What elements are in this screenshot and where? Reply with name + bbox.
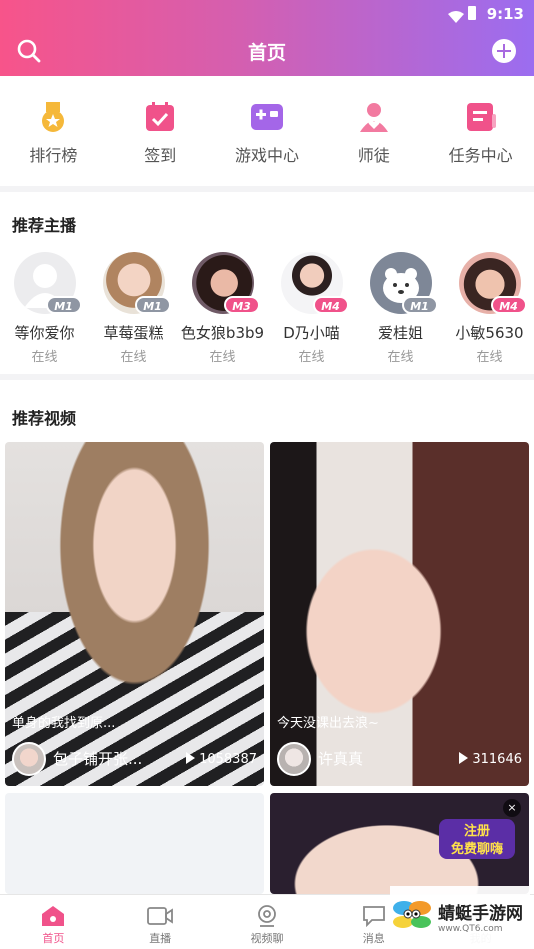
video-card[interactable]: 单身的我找到原... 包子铺开张... 1058387: [5, 442, 264, 786]
video-caption: 单身的我找到原...: [12, 716, 116, 731]
streamer-status: 在线: [120, 350, 147, 365]
quick-item-checkin[interactable]: 签到: [107, 76, 214, 186]
watermark-title: 蜻蜓手游网: [438, 903, 523, 924]
tab-live[interactable]: 直播: [107, 895, 214, 949]
video-camera-icon: [147, 905, 174, 927]
promo-line2: 免费聊嗨: [451, 841, 503, 857]
avatar[interactable]: [277, 742, 311, 776]
streamer-card[interactable]: M1 爱桂姐 在线: [356, 252, 445, 365]
task-icon: [464, 100, 498, 134]
gamepad-icon: [250, 100, 284, 134]
status-time: 9:13: [486, 5, 524, 23]
view-count: 311646: [459, 752, 522, 767]
streamer-status: 在线: [387, 350, 414, 365]
play-icon: [186, 752, 196, 764]
streamer-card[interactable]: M4 小敏5630 在线: [445, 252, 534, 365]
quick-label: 签到: [144, 146, 177, 165]
quick-label: 游戏中心: [234, 146, 299, 165]
video-card[interactable]: [5, 793, 264, 894]
top-header: 9:13 首页: [0, 0, 534, 76]
video-owner-name: 许真真: [318, 750, 364, 768]
medal-icon: [36, 100, 70, 134]
tab-label: 视频聊: [250, 932, 284, 945]
quick-menu: 排行榜 签到 游戏中心 师徒 任务中心: [0, 76, 534, 186]
quick-label: 排行榜: [29, 146, 78, 165]
watermark-url: www.QT6.com: [438, 923, 503, 934]
view-count: 1058387: [186, 752, 257, 767]
dragonfly-logo-icon: [393, 901, 431, 928]
level-badge: M1: [134, 296, 171, 314]
quick-item-mentor[interactable]: 师徒: [320, 76, 427, 186]
register-promo-badge[interactable]: 注册 免费聊嗨: [437, 815, 517, 863]
streamer-name: 色女狼b3b9: [180, 324, 265, 342]
quick-item-game-center[interactable]: 游戏中心: [214, 76, 321, 186]
webcam-icon: [254, 905, 280, 927]
streamer-name: 小敏5630: [455, 324, 524, 342]
avatar[interactable]: [12, 742, 46, 776]
tab-video-chat[interactable]: 视频聊: [214, 895, 321, 949]
streamer-name: 草莓蛋糕: [103, 324, 164, 342]
streamer-card[interactable]: M1 等你爱你 在线: [0, 252, 89, 365]
level-badge: M1: [45, 296, 82, 314]
promo-line1: 注册: [464, 823, 490, 839]
quick-item-ranking[interactable]: 排行榜: [0, 76, 107, 186]
streamer-status: 在线: [298, 350, 325, 365]
streamer-status: 在线: [476, 350, 503, 365]
quick-label: 任务中心: [448, 146, 513, 165]
streamer-list: M1 等你爱你 在线 M1 草莓蛋糕 在线 M3 色女狼b3b9 在线 M4 D…: [0, 252, 534, 365]
streamer-status: 在线: [209, 350, 236, 365]
quick-item-task-center[interactable]: 任务中心: [427, 76, 534, 186]
page-title: 首页: [247, 42, 286, 64]
quick-label: 师徒: [357, 146, 390, 165]
recommended-videos: 推荐视频 单身的我找到原... 包子铺开张... 1058387 今天没课出去浪…: [0, 380, 534, 894]
streamer-name: D乃小喵: [283, 324, 340, 342]
view-count-value: 311646: [472, 752, 522, 767]
watermark: 蜻蜓手游网 www.QT6.com: [390, 886, 530, 946]
tab-home[interactable]: 首页: [0, 895, 107, 949]
battery-icon: [468, 6, 476, 20]
streamer-card[interactable]: M1 草莓蛋糕 在线: [89, 252, 178, 365]
streamer-card[interactable]: M4 D乃小喵 在线: [267, 252, 356, 365]
level-badge: M4: [312, 296, 349, 314]
view-count-value: 1058387: [199, 752, 257, 767]
recommended-streamers: 推荐主播 M1 等你爱你 在线 M1 草莓蛋糕 在线 M3 色女狼b3b9 在线…: [0, 192, 534, 374]
video-card[interactable]: 今天没课出去浪~ 许真真 311646: [270, 442, 529, 786]
close-icon[interactable]: ×: [503, 799, 521, 817]
video-card[interactable]: 注册 免费聊嗨 ×: [270, 793, 529, 894]
level-badge: M4: [490, 296, 527, 314]
chat-icon: [361, 905, 387, 928]
mentor-icon: [357, 100, 391, 134]
section-title: 推荐视频: [12, 409, 77, 428]
calendar-check-icon: [143, 100, 177, 134]
streamer-name: 等你爱你: [14, 324, 75, 342]
tab-label: 首页: [42, 932, 65, 945]
add-icon[interactable]: [492, 39, 516, 63]
home-icon: [40, 905, 66, 927]
streamer-card[interactable]: M3 色女狼b3b9 在线: [178, 252, 267, 365]
streamer-status: 在线: [31, 350, 58, 365]
level-badge: M1: [401, 296, 438, 314]
level-badge: M3: [223, 296, 260, 314]
tab-label: 直播: [149, 932, 172, 945]
play-icon: [459, 752, 469, 764]
video-caption: 今天没课出去浪~: [277, 716, 379, 731]
wifi-icon: [448, 8, 464, 23]
section-title: 推荐主播: [12, 216, 77, 235]
tab-label: 消息: [362, 932, 385, 945]
streamer-name: 爱桂姐: [377, 324, 423, 342]
video-owner-name: 包子铺开张...: [53, 750, 143, 768]
